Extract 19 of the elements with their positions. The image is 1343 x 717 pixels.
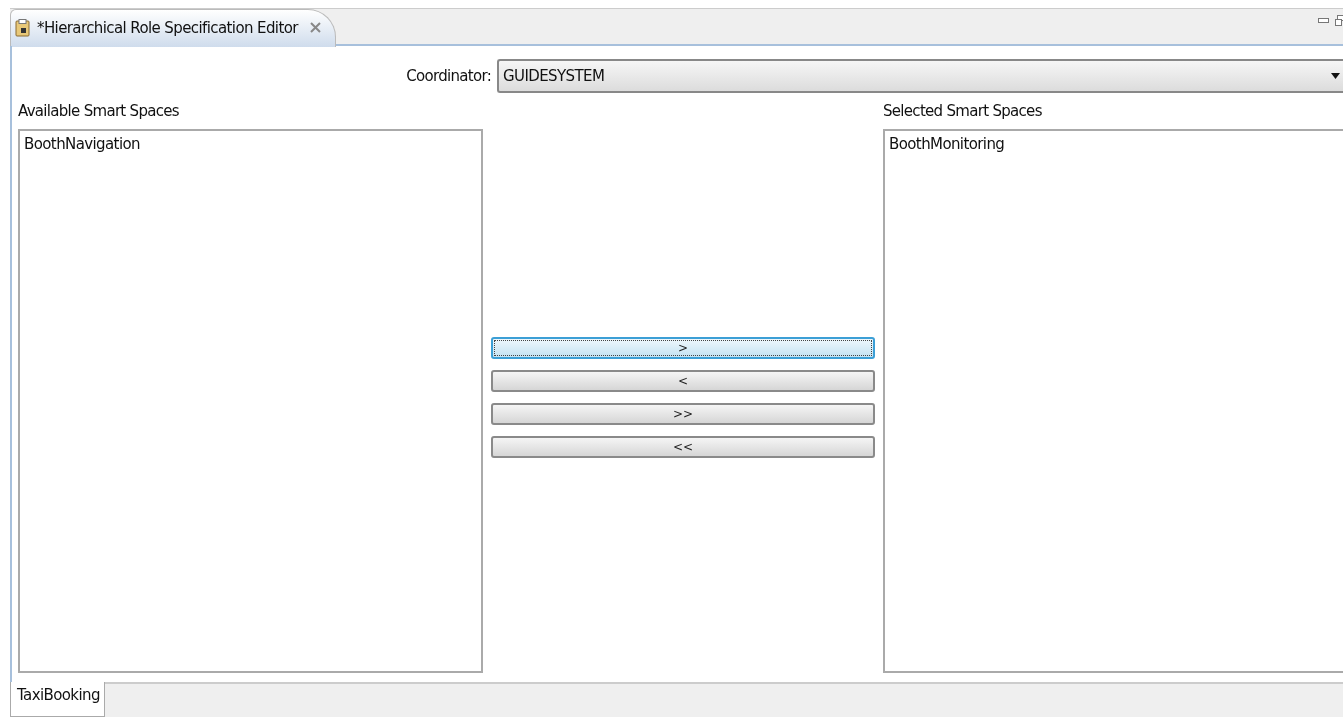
move-button[interactable]: << bbox=[491, 436, 875, 458]
document-icon bbox=[15, 18, 31, 37]
close-icon[interactable] bbox=[309, 22, 321, 33]
available-spaces-list[interactable]: BoothNavigation bbox=[18, 129, 483, 673]
selected-spaces-list[interactable]: BoothMonitoring bbox=[883, 129, 1343, 673]
minimize-icon[interactable] bbox=[1318, 17, 1329, 24]
move-button[interactable]: >> bbox=[491, 403, 875, 425]
coordinator-label: Coordinator: bbox=[406, 67, 491, 85]
move-button[interactable]: < bbox=[491, 370, 875, 392]
available-spaces-label: Available Smart Spaces bbox=[18, 102, 180, 120]
editor-tab[interactable]: *Hierarchical Role Specification Editor bbox=[10, 9, 336, 47]
list-item[interactable]: BoothMonitoring bbox=[889, 135, 1339, 153]
coordinator-dropdown[interactable]: GUIDESYSTEM bbox=[497, 59, 1343, 93]
move-button[interactable]: > bbox=[491, 337, 875, 359]
dropdown-arrow-icon bbox=[1331, 73, 1340, 79]
list-item[interactable]: BoothNavigation bbox=[24, 135, 477, 153]
selected-spaces-label: Selected Smart Spaces bbox=[883, 102, 1043, 120]
maximize-icon[interactable] bbox=[1335, 15, 1343, 26]
page-tab[interactable]: TaxiBooking bbox=[10, 682, 105, 717]
